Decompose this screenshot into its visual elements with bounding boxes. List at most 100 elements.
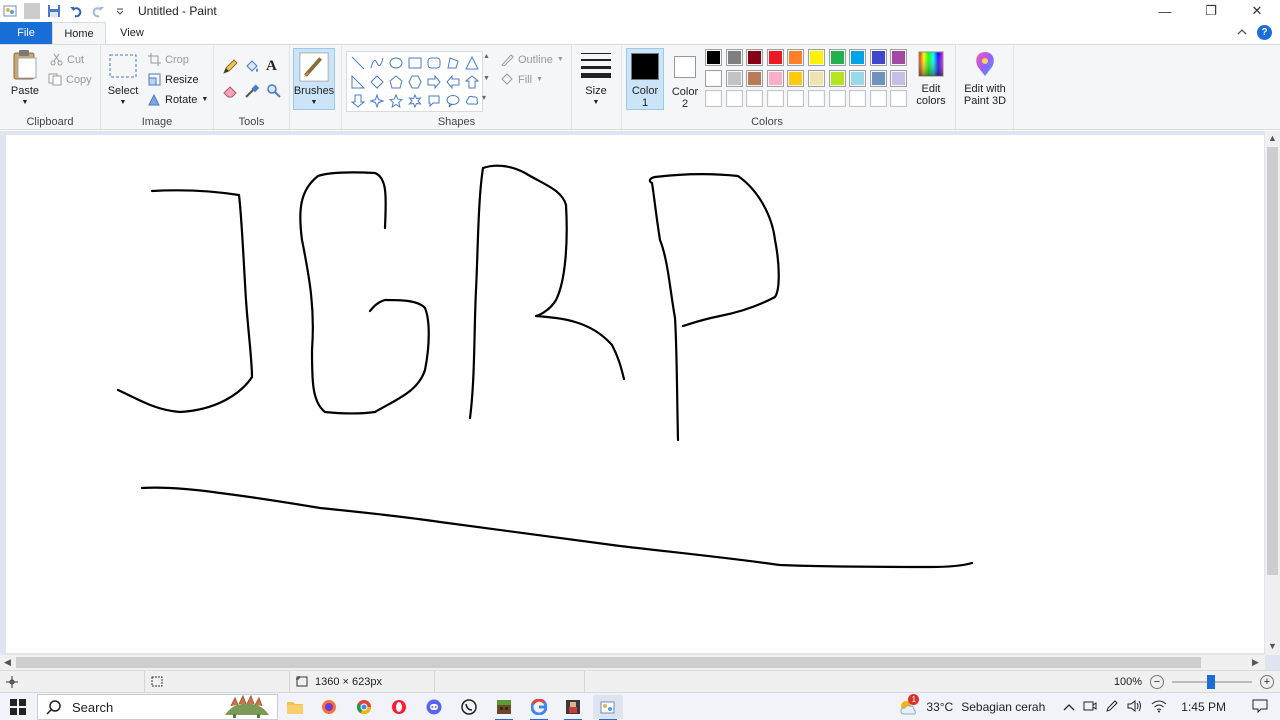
palette-swatch[interactable] xyxy=(828,49,846,66)
help-icon[interactable]: ? xyxy=(1257,25,1272,40)
curve-shape-icon[interactable] xyxy=(367,53,386,72)
four-point-star-shape-icon[interactable] xyxy=(367,91,386,110)
tab-file[interactable]: File xyxy=(0,22,52,44)
right-arrow-shape-icon[interactable] xyxy=(424,72,443,91)
palette-swatch[interactable] xyxy=(725,90,743,107)
taskbar-opera[interactable] xyxy=(384,695,414,719)
taskbar-whatsapp[interactable] xyxy=(454,695,484,719)
zoom-out-button[interactable]: − xyxy=(1150,675,1164,689)
volume-icon[interactable] xyxy=(1127,699,1143,716)
collapse-ribbon-icon[interactable] xyxy=(1237,27,1247,39)
palette-swatch[interactable] xyxy=(849,69,867,87)
palette-swatch[interactable] xyxy=(869,69,887,87)
palette-swatch[interactable] xyxy=(725,69,743,87)
palette-swatch[interactable] xyxy=(787,49,805,66)
save-icon[interactable] xyxy=(46,3,62,19)
redo-icon[interactable] xyxy=(90,3,106,19)
brushes-button[interactable]: Brushes ▼ xyxy=(293,48,335,110)
start-button[interactable] xyxy=(0,693,36,720)
wifi-icon[interactable] xyxy=(1151,699,1167,716)
taskbar-google-app[interactable] xyxy=(524,695,554,720)
clock-time[interactable]: 1:45 PM xyxy=(1181,700,1226,714)
palette-swatch[interactable] xyxy=(705,90,722,107)
horizontal-scroll-thumb[interactable] xyxy=(16,657,1201,668)
taskbar-chrome[interactable] xyxy=(349,695,379,719)
taskbar-minecraft[interactable] xyxy=(489,695,519,720)
vertical-scroll-thumb[interactable] xyxy=(1267,147,1278,575)
palette-swatch[interactable] xyxy=(890,90,908,107)
palette-swatch[interactable] xyxy=(787,90,805,107)
rectangle-shape-icon[interactable] xyxy=(405,53,424,72)
pen-icon[interactable] xyxy=(1105,699,1119,716)
drawing-canvas[interactable] xyxy=(6,135,1264,653)
palette-swatch[interactable] xyxy=(808,90,825,107)
color-picker-icon[interactable] xyxy=(244,83,260,102)
resize-button[interactable]: Resize xyxy=(148,73,199,86)
crop-button[interactable]: Crop xyxy=(148,53,189,66)
zoom-slider-thumb[interactable] xyxy=(1207,675,1215,689)
palette-swatch[interactable] xyxy=(787,69,805,87)
pentagon-shape-icon[interactable] xyxy=(386,72,405,91)
vertical-scrollbar[interactable]: ▲ ▼ xyxy=(1265,131,1280,655)
taskbar-file-explorer[interactable] xyxy=(280,695,310,719)
scroll-down-icon[interactable]: ▼ xyxy=(1268,641,1277,651)
taskbar-discord[interactable] xyxy=(419,695,449,719)
oval-callout-shape-icon[interactable] xyxy=(443,91,462,110)
up-arrow-shape-icon[interactable] xyxy=(462,72,481,91)
color2-button[interactable]: Color 2 xyxy=(667,48,703,110)
rotate-button[interactable]: Rotate ▼ xyxy=(148,93,208,106)
edit-colors-button[interactable]: Edit colors xyxy=(913,50,949,107)
close-button[interactable]: ✕ xyxy=(1234,0,1280,22)
minimize-button[interactable]: — xyxy=(1142,0,1188,22)
palette-swatch[interactable] xyxy=(705,69,722,87)
restore-button[interactable]: ❐ xyxy=(1188,0,1234,22)
down-arrow-shape-icon[interactable] xyxy=(348,91,367,110)
palette-swatch[interactable] xyxy=(766,90,784,107)
palette-swatch[interactable] xyxy=(746,69,764,87)
scroll-up-icon[interactable]: ▲ xyxy=(1268,133,1277,143)
palette-swatch[interactable] xyxy=(746,49,764,66)
customize-quick-access-icon[interactable] xyxy=(112,3,128,19)
select-button[interactable]: Select ▼ xyxy=(107,53,139,109)
palette-swatch[interactable] xyxy=(808,69,825,87)
tab-view[interactable]: View xyxy=(106,22,158,44)
horizontal-scrollbar[interactable]: ◀ ▶ xyxy=(0,655,1265,670)
palette-swatch[interactable] xyxy=(725,49,743,66)
copy-button[interactable]: Copy xyxy=(48,73,92,86)
zoom-in-button[interactable]: + xyxy=(1260,675,1274,689)
palette-swatch[interactable] xyxy=(746,90,764,107)
cut-button[interactable]: Cut xyxy=(50,53,84,66)
palette-swatch[interactable] xyxy=(890,69,908,87)
tab-home[interactable]: Home xyxy=(52,22,106,44)
hexagon-shape-icon[interactable] xyxy=(405,72,424,91)
palette-swatch[interactable] xyxy=(869,49,887,66)
paste-button[interactable]: Paste ▼ xyxy=(6,49,44,109)
palette-swatch[interactable] xyxy=(890,49,908,66)
line-shape-icon[interactable] xyxy=(348,53,367,72)
size-button[interactable]: Size ▼ xyxy=(578,51,614,109)
palette-swatch[interactable] xyxy=(766,49,784,66)
diamond-shape-icon[interactable] xyxy=(367,72,386,91)
palette-swatch[interactable] xyxy=(766,69,784,87)
taskbar-game-app[interactable] xyxy=(558,695,588,720)
camera-icon[interactable] xyxy=(1083,699,1097,716)
weather-widget[interactable]: 1 33°C Sebagian cerah xyxy=(898,694,1045,716)
taskbar-paint[interactable] xyxy=(593,695,623,720)
text-tool-icon[interactable]: A xyxy=(266,58,277,75)
oval-shape-icon[interactable] xyxy=(386,53,405,72)
gallery-scroll-down-icon[interactable]: ▼ xyxy=(483,75,490,82)
five-point-star-shape-icon[interactable] xyxy=(386,91,405,110)
triangle-shape-icon[interactable] xyxy=(462,53,481,72)
palette-swatch[interactable] xyxy=(869,90,887,107)
palette-swatch[interactable] xyxy=(849,49,867,66)
magnifier-icon[interactable] xyxy=(266,83,282,102)
outline-button[interactable]: Outline ▼ xyxy=(500,53,564,66)
palette-swatch[interactable] xyxy=(828,90,846,107)
right-triangle-shape-icon[interactable] xyxy=(348,72,367,91)
fill-bucket-icon[interactable] xyxy=(244,59,260,78)
paint-app-icon[interactable] xyxy=(2,3,18,19)
edit-with-paint3d-button[interactable]: Edit with Paint 3D xyxy=(960,50,1010,107)
show-hidden-icons-chevron-up-icon[interactable] xyxy=(1063,700,1075,714)
fill-button[interactable]: Fill ▼ xyxy=(500,73,543,86)
palette-swatch[interactable] xyxy=(705,49,722,66)
